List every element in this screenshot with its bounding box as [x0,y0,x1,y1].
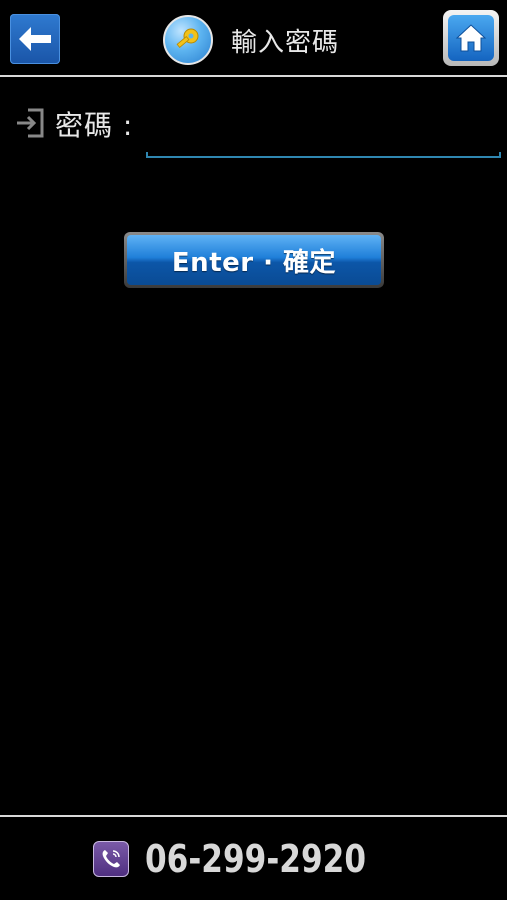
password-input[interactable] [146,100,501,158]
password-label: 密碼 : [55,109,134,142]
footer-bar: 06-299-2920 [0,817,507,900]
back-button[interactable] [10,14,60,64]
home-icon [455,24,487,52]
phone-number-link[interactable]: 06-299-2920 [145,837,366,881]
home-button[interactable] [443,10,499,66]
back-arrow-icon [19,27,51,51]
title-group: 輸入密碼 [163,14,339,66]
enter-button[interactable]: Enter · 確定 [124,232,384,288]
sign-in-icon [17,108,44,138]
header-divider [0,75,507,77]
phone-icon [92,840,129,877]
enter-button-label: Enter · 確定 [127,235,381,285]
page-title: 輸入密碼 [231,27,340,58]
header-bar: 輸入密碼 [0,0,507,76]
key-icon [163,15,213,65]
